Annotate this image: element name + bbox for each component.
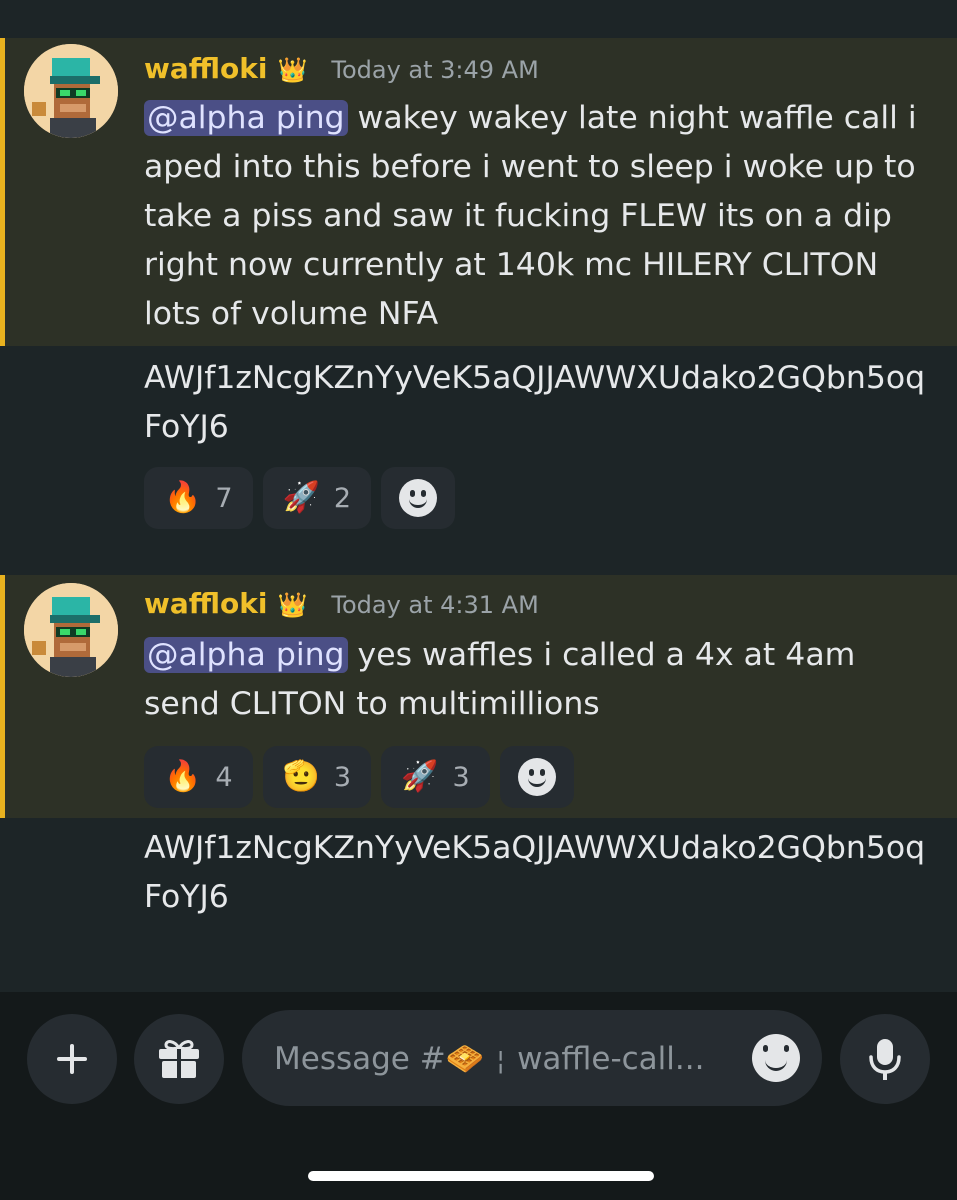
role-mention[interactable]: @alpha ping bbox=[144, 637, 348, 673]
emoji-picker-button[interactable] bbox=[752, 1034, 800, 1082]
plus-icon bbox=[57, 1044, 87, 1074]
user-avatar[interactable] bbox=[24, 44, 118, 138]
reaction-count: 3 bbox=[333, 761, 352, 793]
chat-area: waffloki 👑 Today at 3:49 AM @alpha ping … bbox=[0, 0, 957, 992]
emoji-smile-icon bbox=[517, 758, 556, 796]
add-reaction-button[interactable] bbox=[499, 746, 574, 808]
message-input[interactable]: Message #🧇 ¦ waffle-call... bbox=[242, 1010, 822, 1106]
timestamp: Today at 3:49 AM bbox=[331, 56, 539, 84]
username[interactable]: waffloki bbox=[144, 52, 267, 85]
reaction-fire[interactable]: 🔥 4 bbox=[144, 746, 253, 808]
message-highlighted[interactable]: waffloki 👑 Today at 3:49 AM @alpha ping … bbox=[0, 38, 957, 346]
reaction-rocket[interactable]: 🚀 2 bbox=[262, 467, 372, 529]
username[interactable]: waffloki bbox=[144, 587, 267, 620]
voice-message-button[interactable] bbox=[840, 1014, 930, 1104]
rocket-icon: 🚀 bbox=[282, 480, 320, 515]
add-reaction-button[interactable] bbox=[381, 467, 456, 529]
fire-icon: 🔥 bbox=[164, 759, 202, 794]
crown-icon: 👑 bbox=[277, 56, 308, 84]
role-mention[interactable]: @alpha ping bbox=[144, 100, 348, 136]
message-composer: Message #🧇 ¦ waffle-call... bbox=[0, 992, 957, 1200]
crown-icon: 👑 bbox=[277, 591, 308, 619]
gift-button[interactable] bbox=[134, 1014, 224, 1104]
user-avatar[interactable] bbox=[24, 583, 118, 677]
reactions-row: 🔥 7 🚀 2 bbox=[144, 467, 456, 529]
reaction-fire[interactable]: 🔥 7 bbox=[144, 467, 253, 529]
message-highlighted[interactable]: waffloki 👑 Today at 4:31 AM @alpha ping … bbox=[0, 575, 957, 818]
gift-icon bbox=[159, 1040, 199, 1078]
message-placeholder: Message #🧇 ¦ waffle-call... bbox=[274, 1040, 705, 1077]
reaction-salute[interactable]: 🫡 3 bbox=[262, 746, 372, 808]
reaction-count: 7 bbox=[215, 482, 233, 514]
microphone-icon bbox=[869, 1039, 901, 1080]
message-text: @alpha ping yes waffles i called a 4x at… bbox=[144, 631, 934, 729]
emoji-smile-icon bbox=[752, 1034, 800, 1082]
rocket-icon: 🚀 bbox=[401, 759, 439, 794]
home-indicator[interactable] bbox=[308, 1171, 654, 1181]
attach-button[interactable] bbox=[27, 1014, 117, 1104]
reaction-rocket[interactable]: 🚀 3 bbox=[381, 746, 490, 808]
fire-icon: 🔥 bbox=[164, 480, 202, 515]
reactions-row: 🔥 4 🫡 3 🚀 3 bbox=[144, 746, 574, 808]
reaction-count: 3 bbox=[452, 761, 470, 793]
message-text: AWJf1zNcgKZnYyVeK5aQJJAWWXUdako2GQbn5oqF… bbox=[144, 830, 926, 915]
salute-icon: 🫡 bbox=[282, 759, 320, 794]
reaction-count: 4 bbox=[215, 761, 233, 793]
timestamp: Today at 4:31 AM bbox=[331, 591, 539, 619]
emoji-smile-icon bbox=[399, 479, 438, 517]
message-text: @alpha ping wakey wakey late night waffl… bbox=[144, 94, 934, 339]
message-text: AWJf1zNcgKZnYyVeK5aQJJAWWXUdako2GQbn5oqF… bbox=[144, 360, 926, 445]
reaction-count: 2 bbox=[333, 482, 352, 514]
